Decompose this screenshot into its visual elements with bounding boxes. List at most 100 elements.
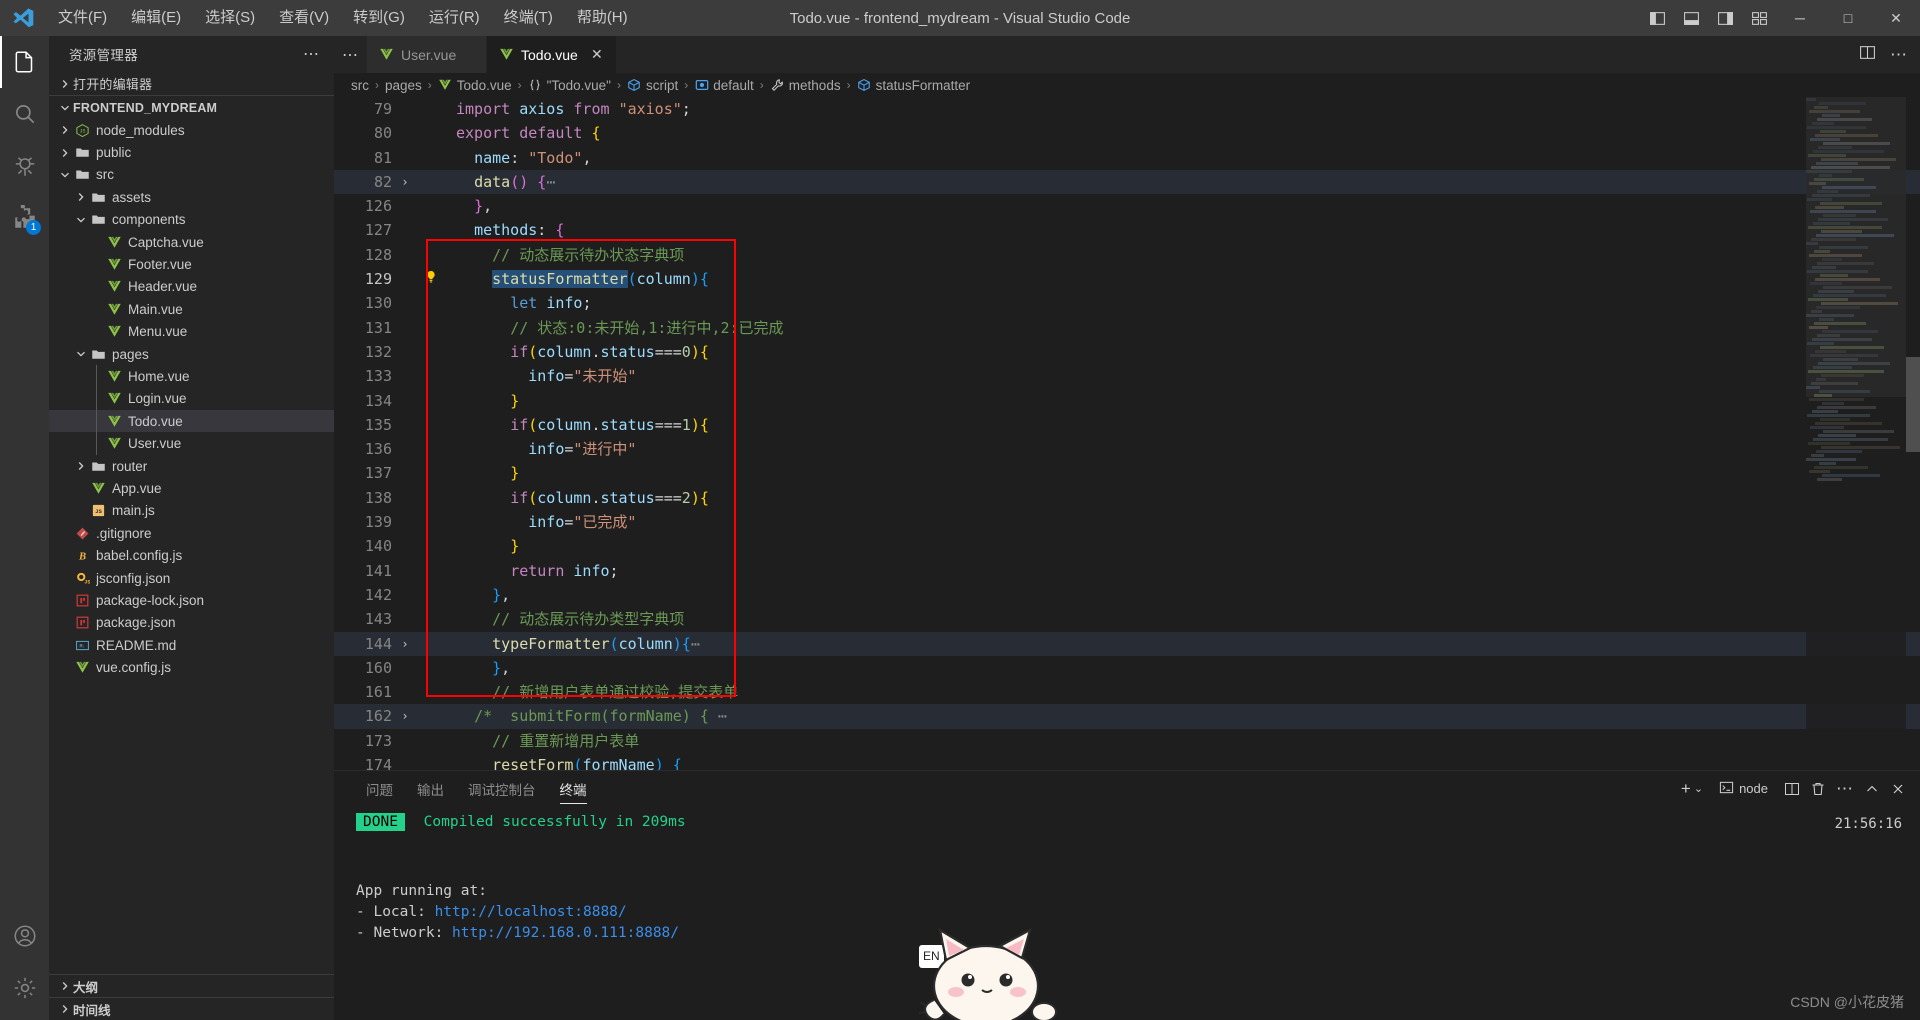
code-line[interactable]: 140 } <box>334 534 1920 558</box>
code-line[interactable]: 161 // 新增用户表单通过校验,提交表单 <box>334 680 1920 704</box>
menu-selection[interactable]: 选择(S) <box>193 0 267 36</box>
code-lines[interactable]: 79 import axios from "axios"; 80 export def… <box>334 97 1920 770</box>
menu-terminal[interactable]: 终端(T) <box>492 0 565 36</box>
section-timeline[interactable]: 时间线 <box>49 997 334 1020</box>
breadcrumb-item[interactable]: src <box>348 78 372 93</box>
trash-icon[interactable] <box>1810 781 1826 797</box>
file-tree-item[interactable]: M↓ README.md <box>49 634 334 656</box>
menu-view[interactable]: 查看(V) <box>267 0 341 36</box>
file-tree-item[interactable]: src <box>49 164 334 186</box>
file-tree-item[interactable]: components <box>49 209 334 231</box>
breadcrumb-item[interactable]: pages <box>382 78 425 93</box>
fold-chevron-icon[interactable]: › <box>392 704 418 728</box>
menu-file[interactable]: 文件(F) <box>46 0 119 36</box>
code-line[interactable]: 141 return info; <box>334 559 1920 583</box>
tabs-overflow-icon[interactable]: ⋯ <box>334 36 367 73</box>
code-line[interactable]: 79 import axios from "axios"; <box>334 97 1920 121</box>
tab-todo-vue[interactable]: Todo.vue ✕ <box>487 36 617 73</box>
code-line[interactable]: 138 if(column.status===2){ <box>334 486 1920 510</box>
file-tree-item[interactable]: Menu.vue <box>49 321 334 343</box>
code-line[interactable]: 129 statusFormatter(column){ <box>334 267 1920 291</box>
code-line[interactable]: 139 info="已完成" <box>334 510 1920 534</box>
split-editor-icon[interactable] <box>1859 44 1876 66</box>
code-line[interactable]: 127 methods: { <box>334 218 1920 242</box>
editor-more-actions-icon[interactable]: ⋯ <box>1890 45 1908 65</box>
new-terminal-button[interactable]: + ⌄ <box>1681 780 1703 797</box>
file-tree-item[interactable]: package.json <box>49 612 334 634</box>
toggle-panel-icon[interactable] <box>1674 0 1708 36</box>
panel-tab-terminal[interactable]: 终端 <box>548 771 599 806</box>
breadcrumb-item[interactable]: default <box>691 78 757 93</box>
menu-go[interactable]: 转到(G) <box>341 0 417 36</box>
tab-user-vue[interactable]: User.vue <box>367 36 487 73</box>
code-line[interactable]: 134 } <box>334 389 1920 413</box>
activity-extensions[interactable]: 1 <box>0 192 49 244</box>
file-tree-item[interactable]: package-lock.json <box>49 589 334 611</box>
window-maximize-button[interactable]: □ <box>1824 0 1872 36</box>
code-line[interactable]: 143 // 动态展示待办类型字典项 <box>334 607 1920 631</box>
panel-tab-output[interactable]: 输出 <box>405 771 456 806</box>
file-tree-item[interactable]: Bbabel.config.js <box>49 544 334 566</box>
editor-scrollbar[interactable] <box>1906 97 1920 770</box>
file-tree-item[interactable]: Main.vue <box>49 298 334 320</box>
file-tree-item[interactable]: Todo.vue <box>49 410 334 433</box>
file-tree-item[interactable]: Footer.vue <box>49 253 334 275</box>
file-tree-item[interactable]: JS main.js <box>49 500 334 522</box>
minimap[interactable] <box>1806 97 1906 770</box>
breadcrumb-item[interactable]: "Todo.vue" <box>525 78 614 93</box>
file-tree-item[interactable]: App.vue <box>49 477 334 499</box>
code-line[interactable]: 160 }, <box>334 656 1920 680</box>
split-terminal-icon[interactable] <box>1784 781 1800 797</box>
menu-edit[interactable]: 编辑(E) <box>119 0 193 36</box>
code-editor[interactable]: 79 import axios from "axios"; 80 export def… <box>334 97 1920 770</box>
code-line[interactable]: 136 info="进行中" <box>334 437 1920 461</box>
code-line[interactable]: 81 name: "Todo", <box>334 146 1920 170</box>
code-line[interactable]: 128 // 动态展示待办状态字典项 <box>334 243 1920 267</box>
code-line[interactable]: 130 let info; <box>334 291 1920 315</box>
network-url[interactable]: http://192.168.0.111:8888/ <box>452 925 679 941</box>
code-line[interactable]: 135 if(column.status===1){ <box>334 413 1920 437</box>
file-tree-item[interactable]: Header.vue <box>49 276 334 298</box>
activity-run-and-debug[interactable] <box>0 140 49 192</box>
activity-search[interactable] <box>0 88 49 140</box>
code-line[interactable]: 131 // 状态:0:未开始,1:进行中,2:已完成 <box>334 316 1920 340</box>
section-outline[interactable]: 大纲 <box>49 974 334 997</box>
sidebar-more-actions-icon[interactable]: ⋯ <box>295 44 328 64</box>
breadcrumb[interactable]: src › pages › Todo.vue › "Todo.vue" › script › def… <box>334 73 1920 97</box>
activity-explorer[interactable] <box>0 36 49 88</box>
code-line[interactable]: 126 }, <box>334 194 1920 218</box>
file-tree-item[interactable]: public <box>49 141 334 163</box>
file-tree-item[interactable]: assets <box>49 186 334 208</box>
file-tree-item[interactable]: Login.vue <box>49 388 334 410</box>
window-minimize-button[interactable]: ─ <box>1776 0 1824 36</box>
file-tree-item[interactable]: Home.vue <box>49 365 334 387</box>
code-line[interactable]: 132 if(column.status===0){ <box>334 340 1920 364</box>
code-line[interactable]: 80 export default { <box>334 121 1920 145</box>
menu-run[interactable]: 运行(R) <box>417 0 492 36</box>
terminal-output[interactable]: DONE Compiled successfully in 209ms App … <box>334 806 1920 1020</box>
panel-tab-problems[interactable]: 问题 <box>354 771 405 806</box>
code-line[interactable]: 82 › data() {⋯ <box>334 169 1920 195</box>
panel-tab-debug-console[interactable]: 调试控制台 <box>456 771 548 806</box>
code-line[interactable]: 162 › /* submitForm(formName) { ⋯ <box>334 704 1920 729</box>
local-url[interactable]: http://localhost:8888/ <box>435 904 627 920</box>
file-tree-item[interactable]: router <box>49 455 334 477</box>
code-line[interactable]: 137 } <box>334 461 1920 485</box>
breadcrumb-item[interactable]: statusFormatter <box>854 78 974 93</box>
section-open-editors[interactable]: 打开的编辑器 <box>49 72 334 95</box>
code-line[interactable]: 142 }, <box>334 583 1920 607</box>
toggle-secondary-sidebar-icon[interactable] <box>1708 0 1742 36</box>
tab-close-icon[interactable]: ✕ <box>588 46 606 64</box>
chevron-up-icon[interactable] <box>1864 781 1880 797</box>
toggle-primary-sidebar-icon[interactable] <box>1640 0 1674 36</box>
file-tree-item[interactable]: vue.config.js <box>49 656 334 678</box>
code-line[interactable]: 173 // 重置新增用户表单 <box>334 729 1920 753</box>
breadcrumb-item[interactable]: Todo.vue <box>435 78 515 93</box>
scrollbar-thumb[interactable] <box>1906 357 1920 452</box>
file-tree-item[interactable]: Captcha.vue <box>49 231 334 253</box>
file-tree-item[interactable]: JS node_modules <box>49 119 334 141</box>
file-tree-item[interactable]: User.vue <box>49 432 334 454</box>
file-tree-item[interactable]: JS jsconfig.json <box>49 567 334 589</box>
activity-accounts[interactable] <box>0 910 49 962</box>
file-tree-item[interactable]: pages <box>49 343 334 365</box>
